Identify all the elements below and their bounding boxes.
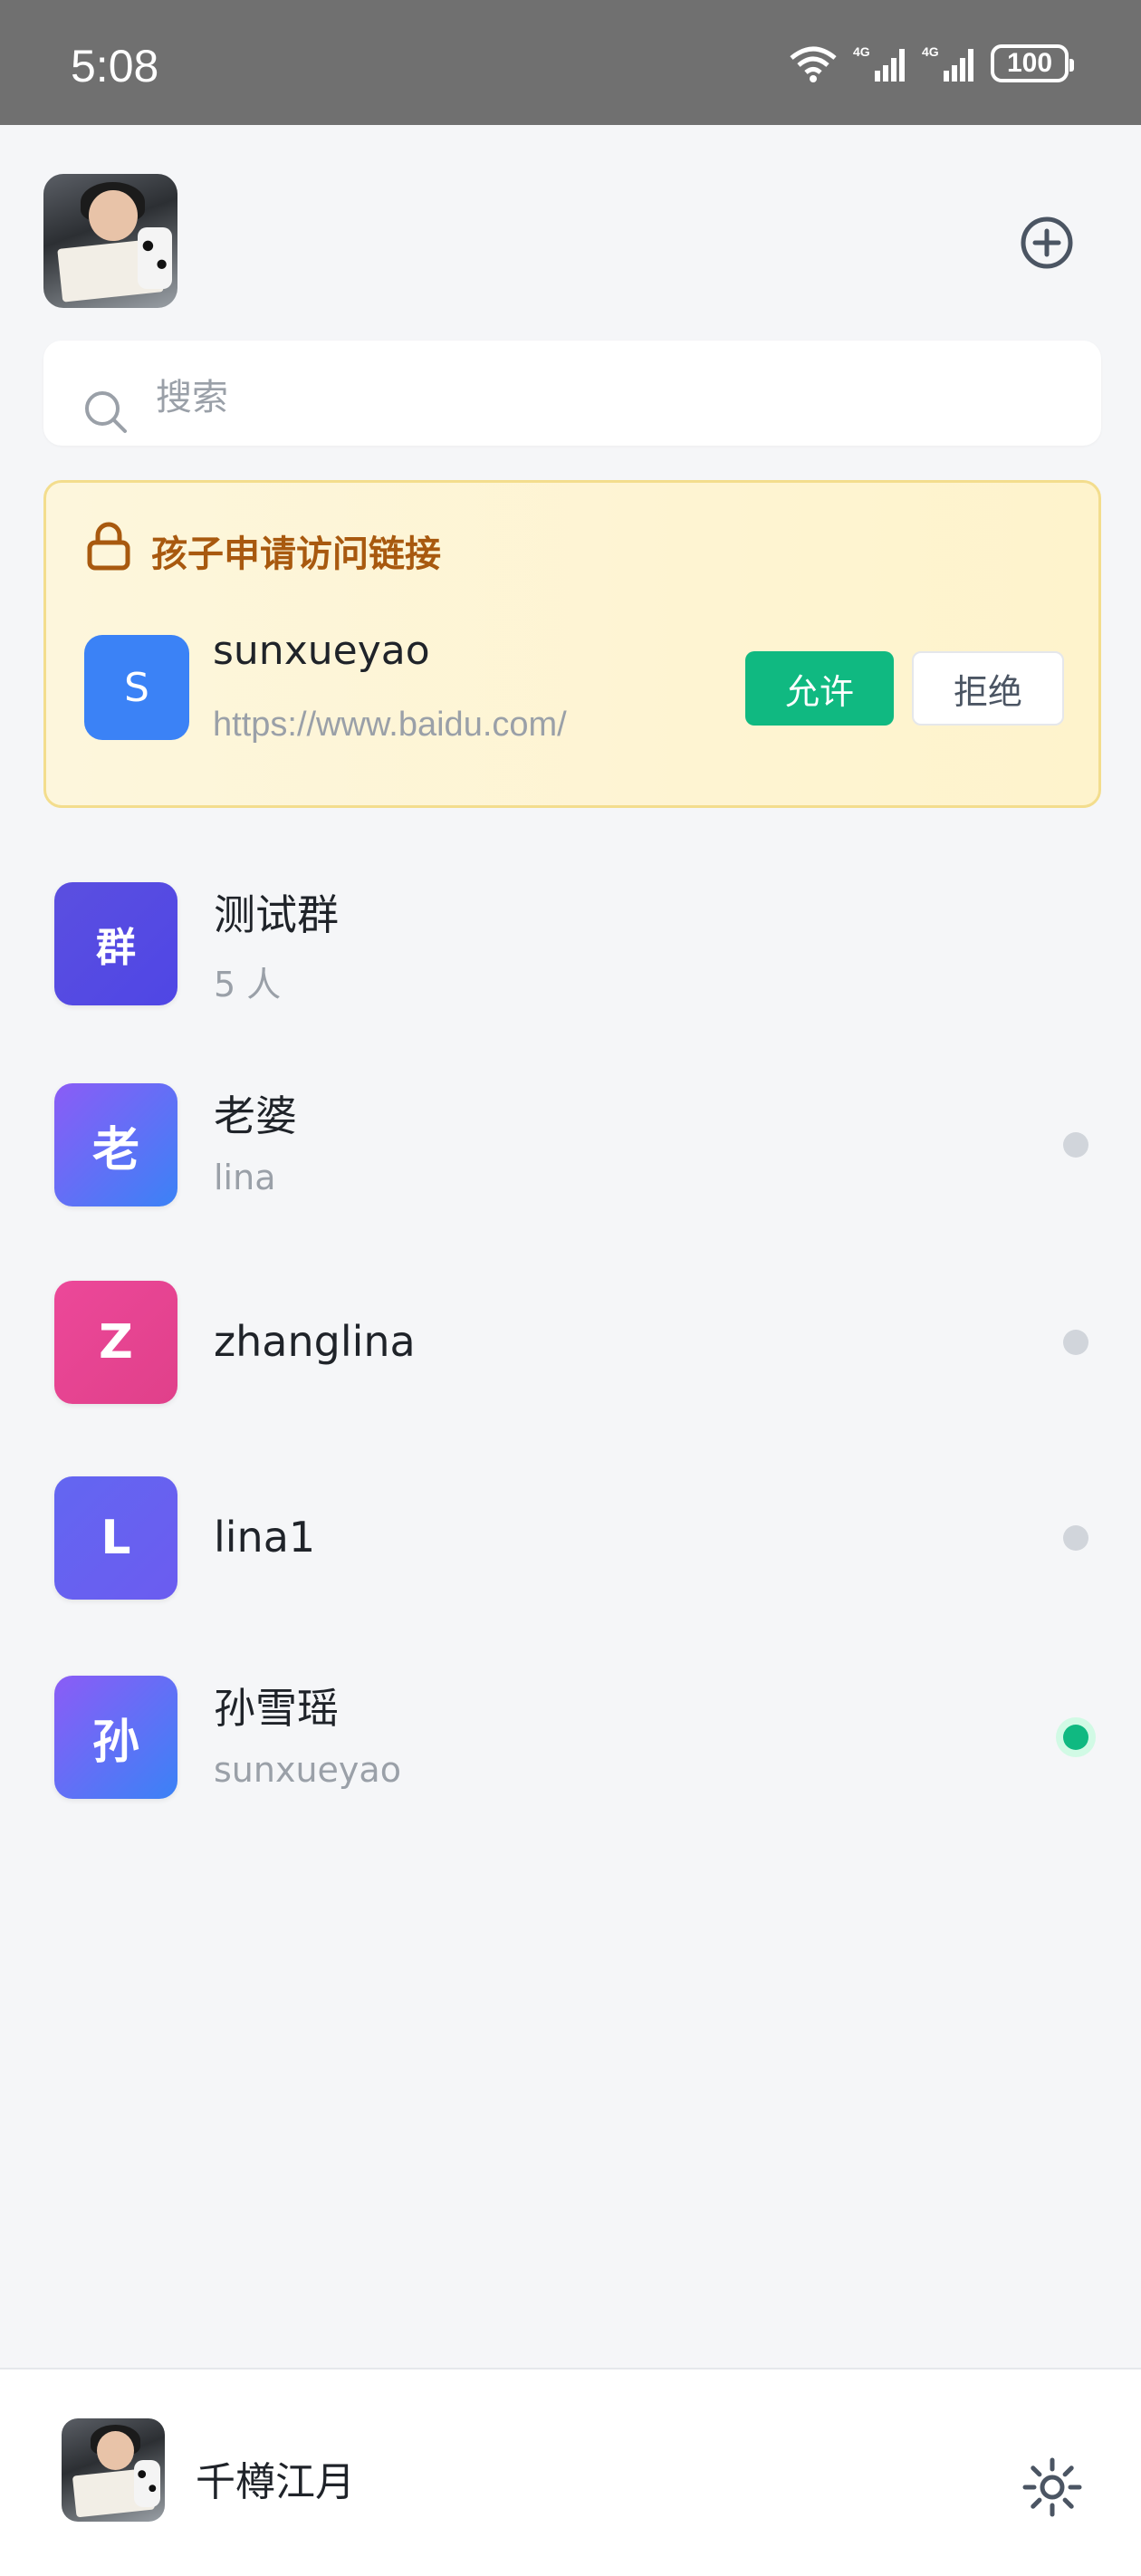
contact-subtitle: lina bbox=[214, 1158, 276, 1197]
system-icons: 4G 4G 100 bbox=[786, 43, 1074, 83]
contact-row-lina1[interactable]: L lina1 bbox=[0, 1427, 1141, 1618]
contact-row-zhanglina[interactable]: Z zhanglina bbox=[0, 1232, 1141, 1422]
contact-name: 测试群 bbox=[214, 890, 339, 939]
deny-button[interactable]: 拒绝 bbox=[912, 651, 1064, 726]
online-status-dot bbox=[1063, 1725, 1088, 1750]
contact-name: zhanglina bbox=[214, 1317, 416, 1366]
contact-avatar: Z bbox=[54, 1281, 177, 1404]
contact-row-group[interactable]: 群 测试群 5 人 bbox=[0, 833, 1141, 1024]
battery-level: 100 bbox=[1006, 48, 1053, 78]
signal-4g-icon: 4G bbox=[922, 44, 973, 82]
bottom-profile-bar: 千樽江月 bbox=[0, 2368, 1141, 2576]
contact-row-laopo[interactable]: 老 老婆 lina bbox=[0, 1034, 1141, 1225]
wifi-icon bbox=[790, 46, 837, 82]
contact-name: 孙雪瑶 bbox=[214, 1684, 339, 1733]
contact-row-sunxueyao[interactable]: 孙 孙雪瑶 sunxueyao bbox=[0, 1627, 1141, 1817]
allow-button[interactable]: 允许 bbox=[745, 651, 894, 726]
lock-icon bbox=[87, 522, 130, 571]
svg-text:4G: 4G bbox=[922, 44, 939, 59]
battery-icon: 100 bbox=[991, 44, 1074, 82]
status-time: 5:08 bbox=[71, 41, 159, 91]
contact-avatar: 孙 bbox=[54, 1676, 177, 1799]
requested-url: https://www.baidu.com/ bbox=[213, 706, 567, 744]
offline-status-dot bbox=[1063, 1330, 1088, 1355]
request-title: 孩子申请访问链接 bbox=[151, 533, 441, 575]
requester-avatar: S bbox=[84, 635, 189, 740]
requester-name: sunxueyao bbox=[213, 628, 430, 674]
search-input[interactable]: 搜索 bbox=[43, 341, 1101, 446]
gear-icon[interactable] bbox=[1021, 2456, 1083, 2518]
offline-status-dot bbox=[1063, 1132, 1088, 1158]
signal-4g-icon: 4G bbox=[853, 44, 905, 82]
contact-avatar: 老 bbox=[54, 1083, 177, 1206]
contact-avatar: 群 bbox=[54, 882, 177, 1005]
offline-status-dot bbox=[1063, 1525, 1088, 1551]
contact-subtitle: 5 人 bbox=[214, 965, 282, 1004]
status-bar: 5:08 4G 4G 100 bbox=[0, 0, 1141, 125]
contact-name: 老婆 bbox=[214, 1091, 297, 1140]
contact-subtitle: sunxueyao bbox=[214, 1750, 401, 1790]
user-avatar[interactable] bbox=[43, 174, 177, 308]
search-placeholder: 搜索 bbox=[156, 377, 228, 418]
plus-circle-icon[interactable] bbox=[1020, 216, 1074, 270]
svg-text:4G: 4G bbox=[853, 44, 870, 59]
search-icon bbox=[85, 391, 127, 433]
contact-name: lina1 bbox=[214, 1513, 316, 1562]
footer-username: 千樽江月 bbox=[196, 2459, 355, 2505]
contact-avatar: L bbox=[54, 1476, 177, 1600]
footer-avatar[interactable] bbox=[62, 2418, 165, 2522]
access-request-card: 孩子申请访问链接 S sunxueyao https://www.baidu.c… bbox=[43, 480, 1101, 808]
